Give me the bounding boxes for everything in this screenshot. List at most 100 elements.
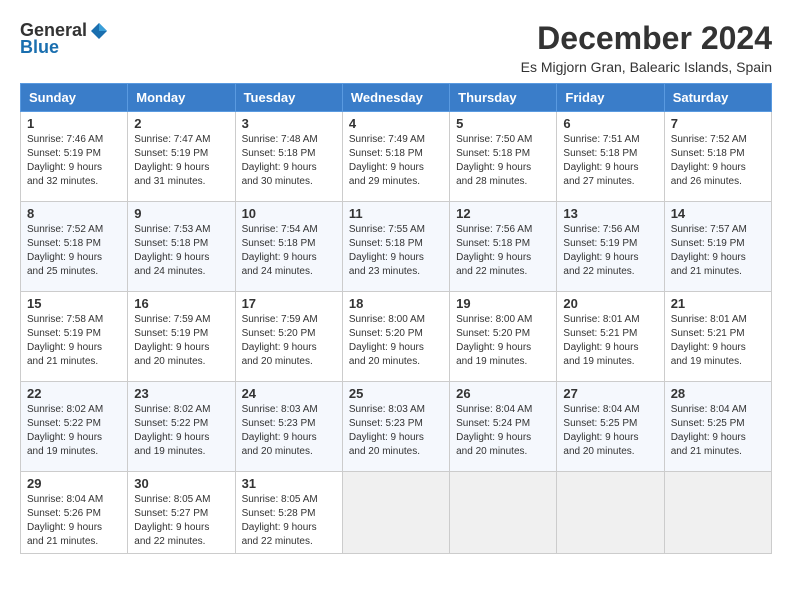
calendar-cell: 16 Sunrise: 7:59 AMSunset: 5:19 PMDayligh… bbox=[128, 292, 235, 382]
day-number: 9 bbox=[134, 206, 228, 221]
calendar-cell: 4 Sunrise: 7:49 AMSunset: 5:18 PMDaylight… bbox=[342, 112, 449, 202]
day-number: 31 bbox=[242, 476, 336, 491]
day-number: 10 bbox=[242, 206, 336, 221]
day-number: 6 bbox=[563, 116, 657, 131]
calendar-cell: 3 Sunrise: 7:48 AMSunset: 5:18 PMDaylight… bbox=[235, 112, 342, 202]
day-number: 24 bbox=[242, 386, 336, 401]
calendar-cell bbox=[450, 472, 557, 554]
day-info: Sunrise: 7:56 AMSunset: 5:19 PMDaylight:… bbox=[563, 223, 657, 279]
calendar-cell: 21 Sunrise: 8:01 AMSunset: 5:21 PMDayligh… bbox=[664, 292, 771, 382]
calendar-cell: 27 Sunrise: 8:04 AMSunset: 5:25 PMDayligh… bbox=[557, 382, 664, 472]
logo-icon bbox=[89, 21, 109, 41]
weekday-header-sunday: Sunday bbox=[21, 84, 128, 112]
day-number: 19 bbox=[456, 296, 550, 311]
day-number: 21 bbox=[671, 296, 765, 311]
calendar-cell: 6 Sunrise: 7:51 AMSunset: 5:18 PMDaylight… bbox=[557, 112, 664, 202]
day-number: 1 bbox=[27, 116, 121, 131]
month-title: December 2024 bbox=[521, 20, 772, 57]
day-info: Sunrise: 7:52 AMSunset: 5:18 PMDaylight:… bbox=[671, 133, 765, 189]
calendar-table: SundayMondayTuesdayWednesdayThursdayFrid… bbox=[20, 83, 772, 554]
calendar-week-row-5: 29 Sunrise: 8:04 AMSunset: 5:26 PMDayligh… bbox=[21, 472, 772, 554]
calendar-cell: 29 Sunrise: 8:04 AMSunset: 5:26 PMDayligh… bbox=[21, 472, 128, 554]
calendar-week-row-2: 8 Sunrise: 7:52 AMSunset: 5:18 PMDaylight… bbox=[21, 202, 772, 292]
weekday-header-tuesday: Tuesday bbox=[235, 84, 342, 112]
day-info: Sunrise: 7:49 AMSunset: 5:18 PMDaylight:… bbox=[349, 133, 443, 189]
day-number: 16 bbox=[134, 296, 228, 311]
day-number: 30 bbox=[134, 476, 228, 491]
day-info: Sunrise: 7:51 AMSunset: 5:18 PMDaylight:… bbox=[563, 133, 657, 189]
day-number: 27 bbox=[563, 386, 657, 401]
day-number: 28 bbox=[671, 386, 765, 401]
day-number: 14 bbox=[671, 206, 765, 221]
calendar-cell bbox=[557, 472, 664, 554]
calendar-week-row-3: 15 Sunrise: 7:58 AMSunset: 5:19 PMDayligh… bbox=[21, 292, 772, 382]
day-info: Sunrise: 7:57 AMSunset: 5:19 PMDaylight:… bbox=[671, 223, 765, 279]
calendar-cell: 17 Sunrise: 7:59 AMSunset: 5:20 PMDayligh… bbox=[235, 292, 342, 382]
day-info: Sunrise: 8:04 AMSunset: 5:24 PMDaylight:… bbox=[456, 403, 550, 459]
calendar-cell: 2 Sunrise: 7:47 AMSunset: 5:19 PMDaylight… bbox=[128, 112, 235, 202]
calendar-cell: 31 Sunrise: 8:05 AMSunset: 5:28 PMDayligh… bbox=[235, 472, 342, 554]
calendar-cell: 22 Sunrise: 8:02 AMSunset: 5:22 PMDayligh… bbox=[21, 382, 128, 472]
day-info: Sunrise: 8:04 AMSunset: 5:25 PMDaylight:… bbox=[563, 403, 657, 459]
day-info: Sunrise: 8:05 AMSunset: 5:27 PMDaylight:… bbox=[134, 493, 228, 549]
calendar-cell: 26 Sunrise: 8:04 AMSunset: 5:24 PMDayligh… bbox=[450, 382, 557, 472]
day-number: 20 bbox=[563, 296, 657, 311]
calendar-cell: 14 Sunrise: 7:57 AMSunset: 5:19 PMDayligh… bbox=[664, 202, 771, 292]
day-info: Sunrise: 8:01 AMSunset: 5:21 PMDaylight:… bbox=[671, 313, 765, 369]
day-info: Sunrise: 7:53 AMSunset: 5:18 PMDaylight:… bbox=[134, 223, 228, 279]
day-info: Sunrise: 7:48 AMSunset: 5:18 PMDaylight:… bbox=[242, 133, 336, 189]
day-number: 8 bbox=[27, 206, 121, 221]
calendar-cell bbox=[342, 472, 449, 554]
day-info: Sunrise: 7:52 AMSunset: 5:18 PMDaylight:… bbox=[27, 223, 121, 279]
day-number: 22 bbox=[27, 386, 121, 401]
day-info: Sunrise: 8:05 AMSunset: 5:28 PMDaylight:… bbox=[242, 493, 336, 549]
day-info: Sunrise: 8:03 AMSunset: 5:23 PMDaylight:… bbox=[349, 403, 443, 459]
day-info: Sunrise: 7:59 AMSunset: 5:20 PMDaylight:… bbox=[242, 313, 336, 369]
logo-blue-text: Blue bbox=[20, 37, 59, 58]
day-number: 17 bbox=[242, 296, 336, 311]
day-number: 3 bbox=[242, 116, 336, 131]
day-number: 26 bbox=[456, 386, 550, 401]
day-info: Sunrise: 7:47 AMSunset: 5:19 PMDaylight:… bbox=[134, 133, 228, 189]
weekday-header-row: SundayMondayTuesdayWednesdayThursdayFrid… bbox=[21, 84, 772, 112]
weekday-header-thursday: Thursday bbox=[450, 84, 557, 112]
weekday-header-friday: Friday bbox=[557, 84, 664, 112]
day-info: Sunrise: 8:00 AMSunset: 5:20 PMDaylight:… bbox=[456, 313, 550, 369]
calendar-cell: 20 Sunrise: 8:01 AMSunset: 5:21 PMDayligh… bbox=[557, 292, 664, 382]
calendar-cell: 5Sunrise: 7:50 AMSunset: 5:18 PMDaylight… bbox=[450, 112, 557, 202]
day-number: 2 bbox=[134, 116, 228, 131]
day-info: Sunrise: 8:01 AMSunset: 5:21 PMDaylight:… bbox=[563, 313, 657, 369]
calendar-cell: 7Sunrise: 7:52 AMSunset: 5:18 PMDaylight… bbox=[664, 112, 771, 202]
day-number: 5 bbox=[456, 116, 550, 131]
day-info: Sunrise: 8:04 AMSunset: 5:25 PMDaylight:… bbox=[671, 403, 765, 459]
day-info: Sunrise: 8:04 AMSunset: 5:26 PMDaylight:… bbox=[27, 493, 121, 549]
calendar-cell: 9 Sunrise: 7:53 AMSunset: 5:18 PMDaylight… bbox=[128, 202, 235, 292]
calendar-cell: 1Sunrise: 7:46 AMSunset: 5:19 PMDaylight… bbox=[21, 112, 128, 202]
day-number: 23 bbox=[134, 386, 228, 401]
calendar-cell: 25 Sunrise: 8:03 AMSunset: 5:23 PMDayligh… bbox=[342, 382, 449, 472]
day-number: 11 bbox=[349, 206, 443, 221]
location-title: Es Migjorn Gran, Balearic Islands, Spain bbox=[521, 59, 772, 75]
day-info: Sunrise: 8:02 AMSunset: 5:22 PMDaylight:… bbox=[27, 403, 121, 459]
day-number: 25 bbox=[349, 386, 443, 401]
calendar-cell: 24Sunrise: 8:03 AMSunset: 5:23 PMDayligh… bbox=[235, 382, 342, 472]
calendar-cell bbox=[664, 472, 771, 554]
day-info: Sunrise: 8:00 AMSunset: 5:20 PMDaylight:… bbox=[349, 313, 443, 369]
day-info: Sunrise: 7:55 AMSunset: 5:18 PMDaylight:… bbox=[349, 223, 443, 279]
calendar-cell: 19 Sunrise: 8:00 AMSunset: 5:20 PMDayligh… bbox=[450, 292, 557, 382]
weekday-header-monday: Monday bbox=[128, 84, 235, 112]
day-number: 29 bbox=[27, 476, 121, 491]
day-number: 12 bbox=[456, 206, 550, 221]
day-number: 4 bbox=[349, 116, 443, 131]
day-info: Sunrise: 7:59 AMSunset: 5:19 PMDaylight:… bbox=[134, 313, 228, 369]
day-info: Sunrise: 7:54 AMSunset: 5:18 PMDaylight:… bbox=[242, 223, 336, 279]
logo: General Blue bbox=[20, 20, 109, 58]
day-number: 13 bbox=[563, 206, 657, 221]
day-info: Sunrise: 7:58 AMSunset: 5:19 PMDaylight:… bbox=[27, 313, 121, 369]
day-number: 18 bbox=[349, 296, 443, 311]
calendar-cell: 23Sunrise: 8:02 AMSunset: 5:22 PMDayligh… bbox=[128, 382, 235, 472]
calendar-cell: 18 Sunrise: 8:00 AMSunset: 5:20 PMDayligh… bbox=[342, 292, 449, 382]
calendar-cell: 15 Sunrise: 7:58 AMSunset: 5:19 PMDayligh… bbox=[21, 292, 128, 382]
calendar-title-area: December 2024 Es Migjorn Gran, Balearic … bbox=[521, 20, 772, 75]
day-number: 15 bbox=[27, 296, 121, 311]
